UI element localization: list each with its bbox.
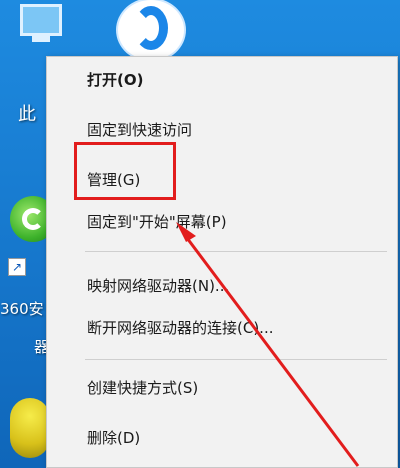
- menu-item-pin-start[interactable]: 固定到"开始"屏幕(P): [47, 205, 397, 239]
- sogou-browser-icon[interactable]: [118, 0, 184, 60]
- 360-logo-ring-icon: [22, 208, 44, 230]
- menu-separator: [85, 251, 387, 252]
- monitor-screen-icon: [20, 4, 62, 36]
- menu-separator: [85, 359, 387, 360]
- menu-item-map-network-drive[interactable]: 映射网络驱动器(N)...: [47, 269, 397, 303]
- s-logo-icon: [134, 6, 168, 50]
- this-pc-icon[interactable]: [18, 4, 66, 56]
- this-pc-label[interactable]: 此: [18, 100, 36, 126]
- desktop: 此 ↗ 360安 器 打开(O) 固定到快速访问 管理(G) 固定到"开始"屏幕…: [0, 0, 400, 468]
- context-menu: 打开(O) 固定到快速访问 管理(G) 固定到"开始"屏幕(P) 映射网络驱动器…: [46, 56, 398, 468]
- menu-item-disconnect-network-drive[interactable]: 断开网络驱动器的连接(C)...: [47, 311, 397, 345]
- menu-item-create-shortcut[interactable]: 创建快捷方式(S): [47, 371, 397, 405]
- highlight-box: [74, 142, 176, 200]
- menu-item-delete[interactable]: 删除(D): [47, 421, 397, 455]
- monitor-stand-icon: [32, 36, 50, 42]
- shortcut-arrow-icon: ↗: [8, 258, 26, 276]
- yellow-app-icon[interactable]: [10, 398, 50, 458]
- 360-app-label[interactable]: 360安: [0, 298, 44, 319]
- menu-item-open[interactable]: 打开(O): [47, 63, 397, 97]
